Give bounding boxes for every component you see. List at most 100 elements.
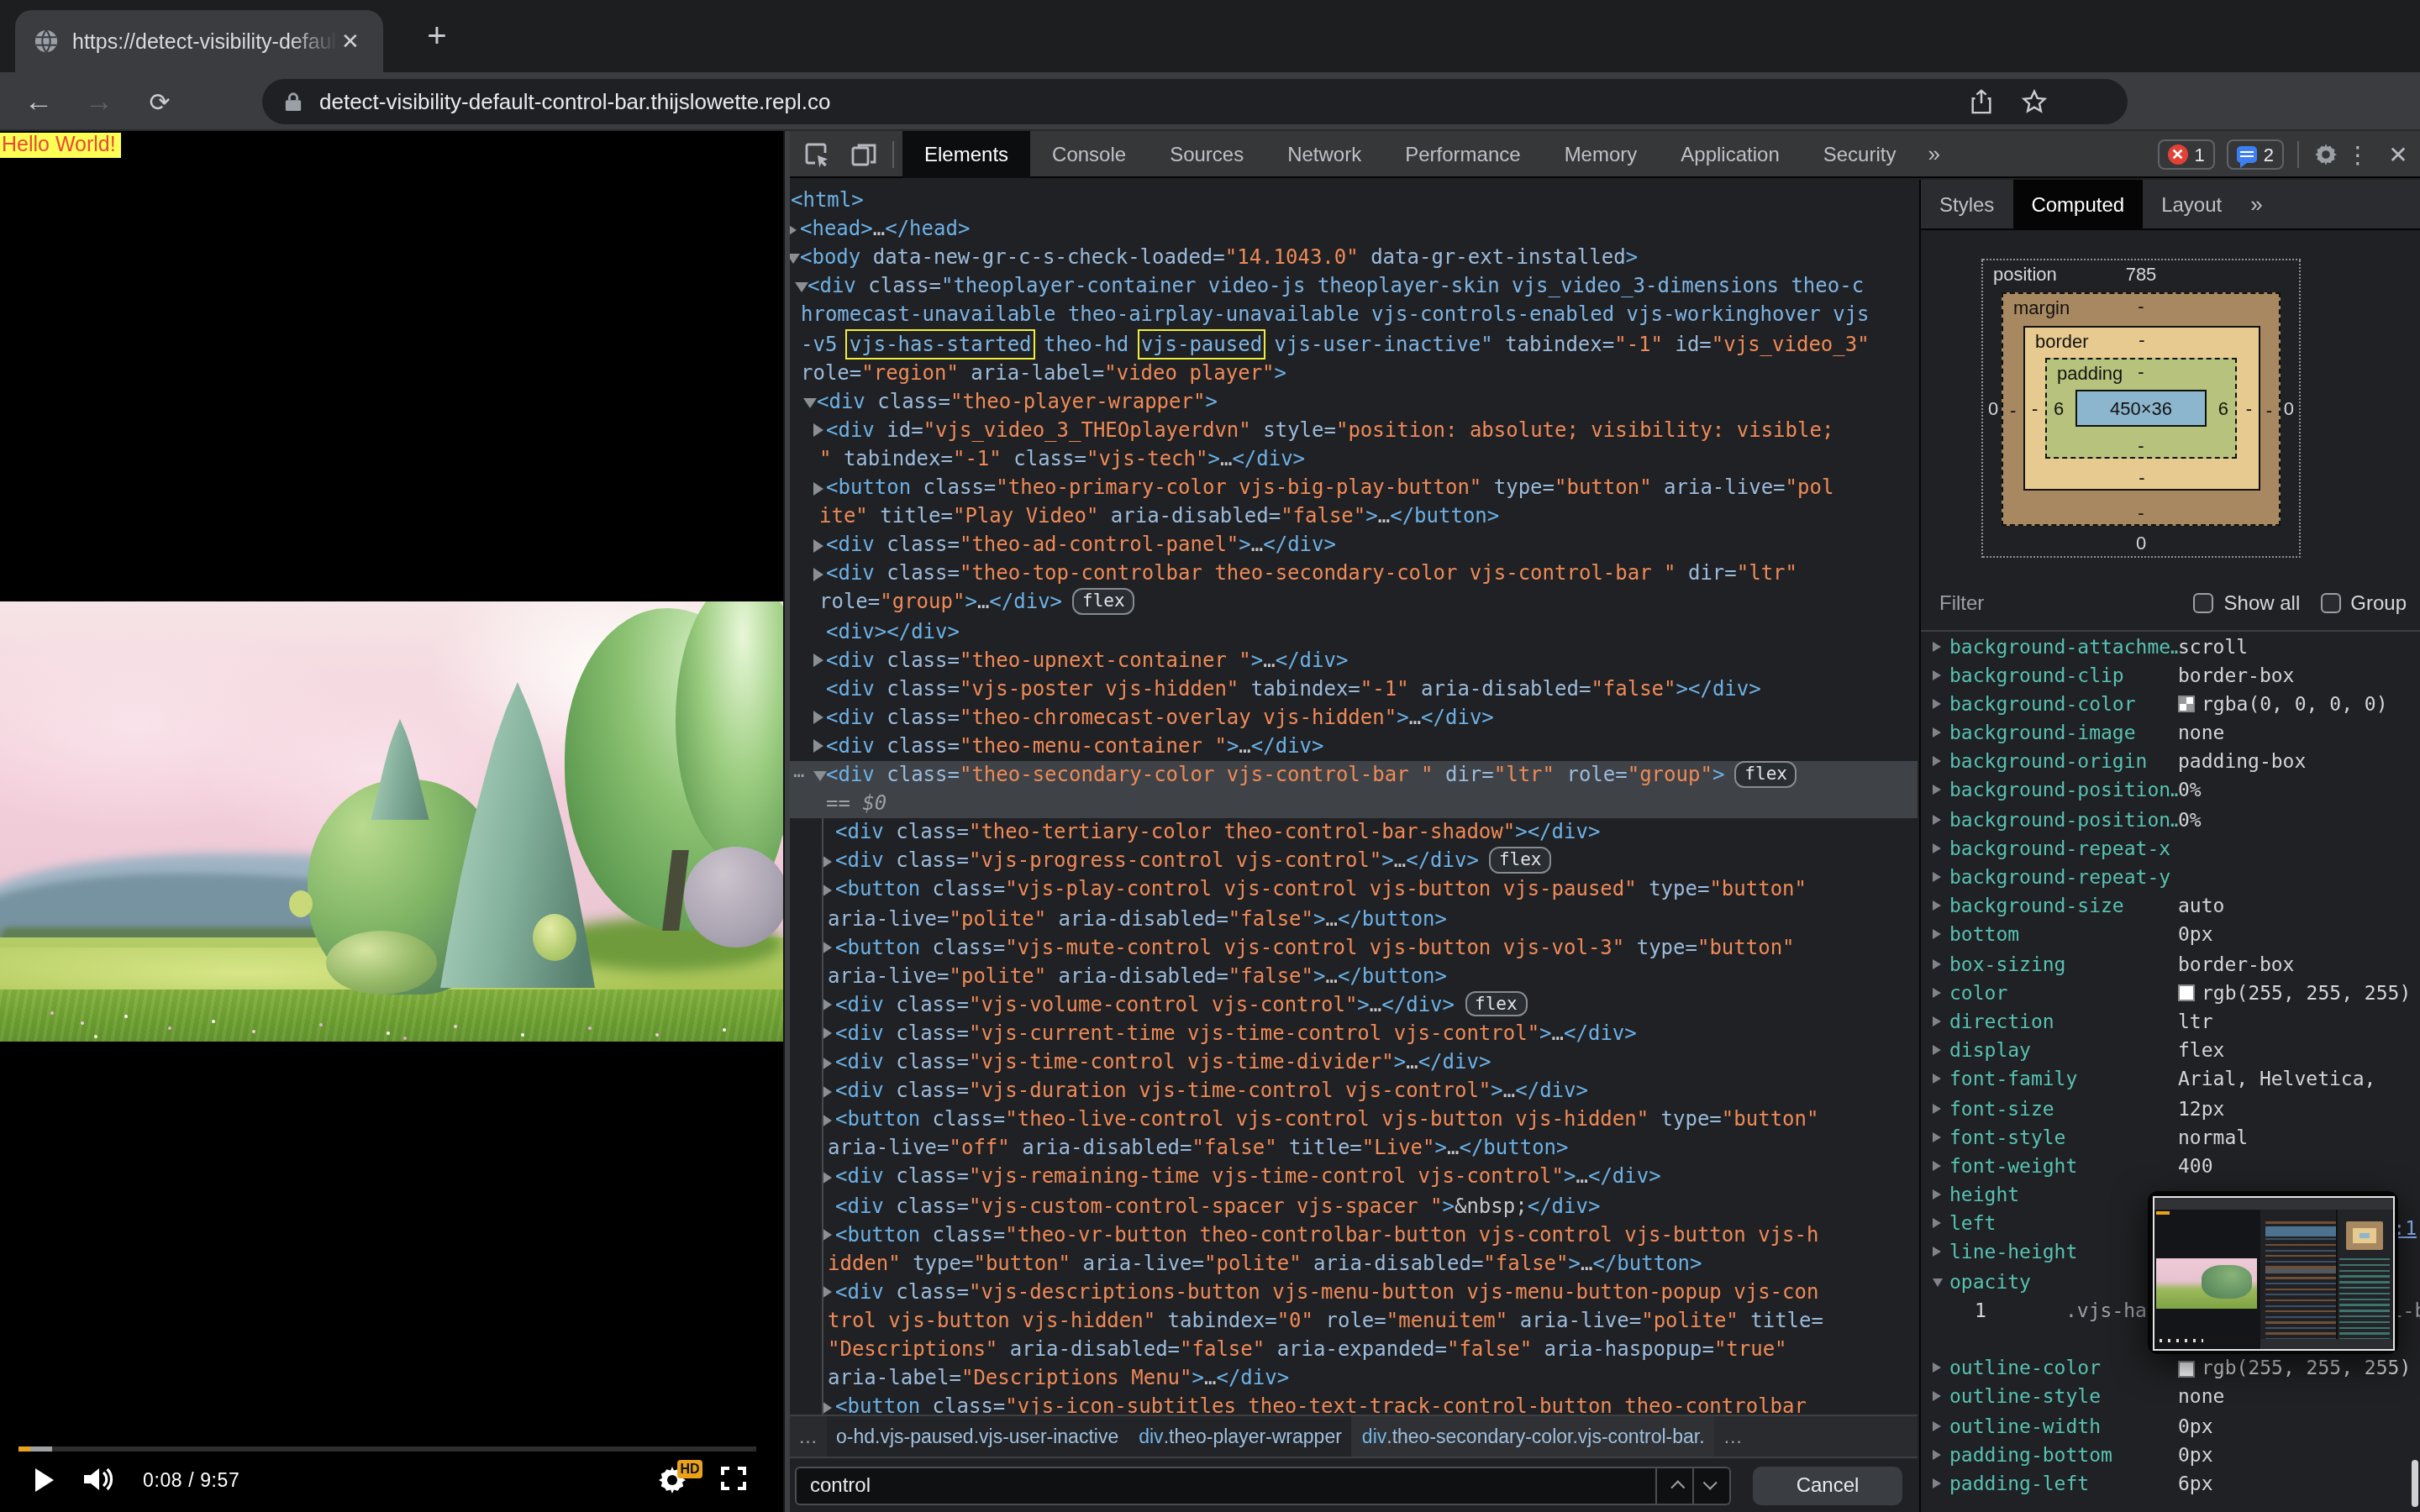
computed-property-row[interactable]: padding-left6px	[1921, 1470, 2420, 1499]
property-expand-icon[interactable]	[1933, 1278, 1943, 1286]
collapse-arrow-icon[interactable]	[813, 771, 826, 781]
tree-line[interactable]: aria-live="off" aria-disabled="false" ti…	[790, 1135, 1918, 1163]
expand-arrow-icon[interactable]	[822, 1027, 832, 1041]
computed-property-row[interactable]: background-colorrgba(0, 0, 0, 0)	[1921, 690, 2420, 719]
property-expand-icon[interactable]	[1933, 669, 1941, 680]
property-expand-icon[interactable]	[1933, 1103, 1941, 1113]
search-input[interactable]: control	[795, 1466, 1731, 1504]
share-icon[interactable]	[1970, 89, 1993, 114]
expand-arrow-icon[interactable]	[813, 740, 823, 753]
tree-line[interactable]: <div class="vjs-descriptions-button vjs-…	[790, 1278, 1918, 1307]
tree-line[interactable]: role="group">…</div>flex	[790, 589, 1918, 617]
sidebar-overflow-icon[interactable]: »	[2240, 192, 2272, 217]
property-expand-icon[interactable]	[1933, 872, 1941, 882]
devtools-close-icon[interactable]: ✕	[2376, 140, 2420, 167]
computed-property-row[interactable]: background-originpadding-box	[1921, 748, 2420, 777]
computed-property-row[interactable]: background-attachme…scroll	[1921, 633, 2420, 661]
video-frame[interactable]	[0, 601, 783, 1042]
tree-line[interactable]: "Descriptions" aria-disabled="false" ari…	[790, 1336, 1918, 1364]
property-expand-icon[interactable]	[1933, 1016, 1941, 1026]
computed-property-row[interactable]: background-repeat-y	[1921, 864, 2420, 892]
tree-line[interactable]: <head>…</head>	[790, 215, 1918, 244]
expand-arrow-icon[interactable]	[822, 884, 832, 897]
collapse-arrow-icon[interactable]	[794, 283, 808, 293]
devtools-menu-kebab-icon[interactable]: ⋮	[2339, 140, 2376, 167]
computed-property-row[interactable]: font-size12px	[1921, 1095, 2420, 1123]
tree-line[interactable]: <html>	[790, 186, 1918, 215]
property-expand-icon[interactable]	[1933, 930, 1941, 940]
breadcrumb-item[interactable]: div.theo-player-wrapper	[1128, 1415, 1352, 1456]
property-expand-icon[interactable]	[1933, 757, 1941, 767]
expand-arrow-icon[interactable]	[813, 711, 823, 725]
property-expand-icon[interactable]	[1933, 641, 1941, 651]
computed-property-row[interactable]: font-stylenormal	[1921, 1123, 2420, 1152]
breadcrumb-overflow-right[interactable]: …	[1715, 1425, 1751, 1446]
computed-property-row[interactable]: background-clipborder-box	[1921, 661, 2420, 690]
property-expand-icon[interactable]	[1933, 1362, 1941, 1373]
property-expand-icon[interactable]	[1933, 1131, 1941, 1142]
device-toolbar-icon[interactable]	[844, 135, 884, 172]
expand-arrow-icon[interactable]	[822, 855, 832, 869]
computed-property-row[interactable]: background-position…0%	[1921, 806, 2420, 834]
tree-line[interactable]: <div class="vjs-custom-control-spacer vj…	[790, 1192, 1918, 1221]
sidebar-tab-layout[interactable]: Layout	[2143, 179, 2240, 229]
volume-button[interactable]	[82, 1465, 116, 1494]
tree-line[interactable]: ite" title="Play Video" aria-disabled="f…	[790, 502, 1918, 531]
devtools-tab-console[interactable]: Console	[1030, 130, 1148, 177]
search-next-button[interactable]	[1692, 1467, 1729, 1503]
tree-line[interactable]: <div class="vjs-duration vjs-time-contro…	[790, 1077, 1918, 1105]
flex-badge[interactable]: flex	[1489, 848, 1552, 874]
expand-arrow-icon[interactable]	[822, 941, 832, 954]
error-count-badge[interactable]: ✕1	[2158, 139, 2215, 169]
property-expand-icon[interactable]	[1933, 785, 1941, 795]
tree-line[interactable]: <div class="vjs-volume-control vjs-contr…	[790, 991, 1918, 1020]
computed-property-row[interactable]: background-position…0%	[1921, 777, 2420, 806]
devtools-settings-gear-icon[interactable]	[2312, 140, 2339, 167]
cancel-button[interactable]: Cancel	[1753, 1466, 1902, 1504]
flex-badge[interactable]: flex	[1734, 761, 1797, 787]
new-tab-button[interactable]: +	[413, 13, 460, 60]
group-checkbox[interactable]	[2320, 593, 2340, 613]
tree-line[interactable]: <button class="theo-vr-button theo-contr…	[790, 1221, 1918, 1249]
expand-arrow-icon[interactable]	[822, 1286, 832, 1299]
fullscreen-button[interactable]	[721, 1467, 746, 1490]
computed-property-row[interactable]: font-familyArial, Helvetica,	[1921, 1066, 2420, 1095]
property-expand-icon[interactable]	[1933, 814, 1941, 824]
tree-line[interactable]: <button class="vjs-mute-control vjs-cont…	[790, 933, 1918, 962]
devtools-tab-memory[interactable]: Memory	[1543, 130, 1660, 177]
browser-tab[interactable]: https://detect-visibility-default ✕	[15, 10, 383, 72]
property-expand-icon[interactable]	[1933, 1478, 1941, 1488]
collapse-arrow-icon[interactable]	[790, 254, 800, 264]
property-expand-icon[interactable]	[1933, 1247, 1941, 1257]
breadcrumb-item[interactable]: div.theo-secondary-color.vjs-control-bar…	[1352, 1415, 1715, 1456]
tree-line[interactable]: trol vjs-button vjs-hidden" tabindex="0"…	[790, 1307, 1918, 1336]
property-expand-icon[interactable]	[1933, 988, 1941, 998]
expand-arrow-icon[interactable]	[822, 1084, 832, 1098]
computed-property-row[interactable]: outline-stylenone	[1921, 1383, 2420, 1412]
expand-arrow-icon[interactable]	[822, 1114, 832, 1127]
tree-line[interactable]: <div class="theo-upnext-container ">…</d…	[790, 646, 1918, 675]
tree-line[interactable]: idden" type="button" aria-live="polite" …	[790, 1249, 1918, 1278]
property-expand-icon[interactable]	[1933, 727, 1941, 738]
property-expand-icon[interactable]	[1933, 1420, 1941, 1431]
tree-line[interactable]: <body data-new-gr-c-s-check-loaded="14.1…	[790, 244, 1918, 272]
property-expand-icon[interactable]	[1933, 1450, 1941, 1460]
bookmark-star-icon[interactable]	[2022, 89, 2047, 114]
inspect-element-icon[interactable]	[797, 135, 837, 172]
line-menu-dots[interactable]: ⋯	[793, 761, 802, 790]
tree-line[interactable]: <div class="vjs-progress-control vjs-con…	[790, 848, 1918, 876]
flex-badge[interactable]: flex	[1072, 589, 1135, 615]
expand-arrow-icon[interactable]	[813, 539, 823, 553]
devtools-tab-application[interactable]: Application	[1659, 130, 1801, 177]
reload-button[interactable]: ⟳	[134, 72, 185, 131]
computed-property-row[interactable]: background-imagenone	[1921, 719, 2420, 748]
tree-line[interactable]: <div class="vjs-remaining-time vjs-time-…	[790, 1163, 1918, 1192]
computed-property-row[interactable]: background-repeat-x	[1921, 835, 2420, 864]
tree-line[interactable]: <div class="vjs-current-time vjs-time-co…	[790, 1020, 1918, 1048]
tree-line[interactable]: -v5 vjs-has-started theo-hd vjs-paused v…	[790, 330, 1918, 359]
computed-property-row[interactable]: background-sizeauto	[1921, 892, 2420, 921]
tree-line[interactable]: <button class="vjs-icon-subtitles theo-t…	[790, 1393, 1918, 1415]
tree-line[interactable]: <div class="vjs-poster vjs-hidden" tabin…	[790, 675, 1918, 703]
play-button[interactable]	[35, 1468, 54, 1492]
tree-line[interactable]: <div class="theo-menu-container ">…</div…	[790, 732, 1918, 761]
